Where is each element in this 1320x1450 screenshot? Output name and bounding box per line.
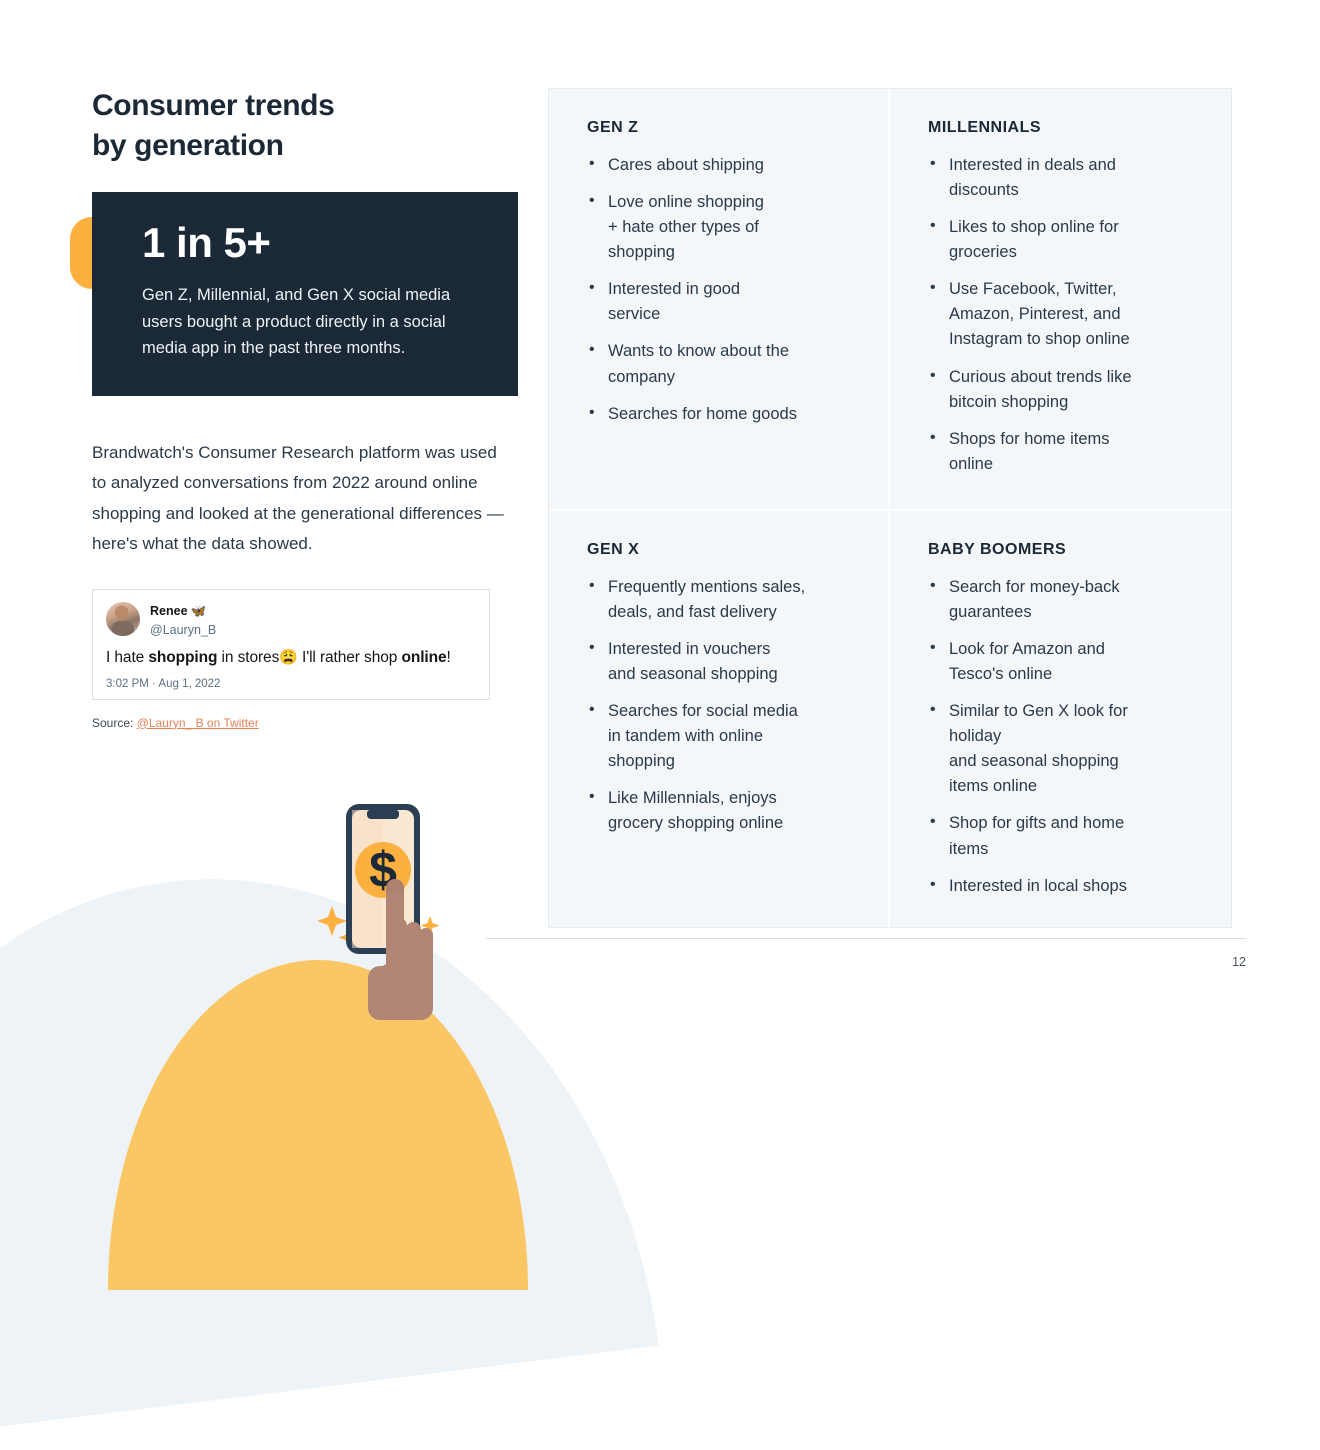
butterfly-icon: 🦋 — [190, 604, 207, 619]
quadrant-list-millennials: Interested in deals and discounts Likes … — [928, 152, 1201, 477]
list-item: Curious about trends like bitcoin shoppi… — [928, 364, 1201, 415]
tweet-text-seg1: I hate — [106, 648, 149, 666]
quadrant-title-gen-x: GEN X — [587, 540, 640, 558]
phone-payment-illustration: $ — [317, 800, 448, 1020]
list-item: Searches for social media in tandem with… — [587, 698, 858, 774]
source-label: Source: — [92, 715, 137, 730]
list-item: Interested in local shops — [928, 873, 1201, 899]
list-item: Frequently mentions sales, deals, and fa… — [587, 574, 858, 625]
tweet-keyword-online: online — [401, 648, 447, 666]
list-item: Interested in good service — [587, 276, 858, 327]
generation-quadrant-grid: GEN Z Cares about shipping Love online s… — [548, 88, 1232, 931]
tweet-display-name: Renee — [150, 604, 188, 619]
list-item: Shops for home items online — [928, 426, 1201, 477]
tweet-text: I hate shopping in stores😩 I'll rather s… — [106, 647, 476, 669]
quadrant-baby-boomers: BABY BOOMERS Search for money-back guara… — [890, 511, 1231, 931]
list-item: Interested in deals and discounts — [928, 152, 1201, 203]
footer-divider — [486, 938, 1246, 939]
circle-accent-icon — [70, 216, 114, 289]
weary-face-emoji: 😩 — [279, 648, 298, 666]
body-paragraph: Brandwatch's Consumer Research platform … — [92, 443, 504, 553]
page-number: 12 — [1232, 955, 1246, 969]
quadrant-gen-z: GEN Z Cares about shipping Love online s… — [549, 89, 890, 511]
list-item: Searches for home goods — [587, 401, 858, 427]
list-item: Interested in vouchers and seasonal shop… — [587, 636, 858, 687]
tweet-identity: Renee 🦋 @Lauryn_B — [150, 601, 216, 637]
quadrant-title-baby-boomers: BABY BOOMERS — [928, 540, 1067, 558]
stat-figure: 1 in 5+ — [142, 218, 271, 266]
tweet-text-seg3: I'll rather shop — [297, 648, 402, 666]
stat-description: Gen Z, Millennial, and Gen X social medi… — [142, 285, 451, 358]
quadrant-millennials: MILLENNIALS Interested in deals and disc… — [890, 89, 1231, 511]
list-item: Like Millennials, enjoys grocery shoppin… — [587, 785, 858, 836]
source-link[interactable]: @Lauryn_ B on Twitter — [137, 716, 259, 730]
quadrant-list-baby-boomers: Search for money-back guarantees Look fo… — [928, 574, 1201, 899]
avatar — [106, 602, 140, 637]
list-item: Search for money-back guarantees — [928, 574, 1201, 625]
list-item: Likes to shop online for groceries — [928, 214, 1201, 265]
list-item: Shop for gifts and home items — [928, 810, 1201, 861]
tweet-keyword-shopping: shopping — [148, 648, 218, 666]
list-item: Love online shopping + hate other types … — [587, 189, 858, 265]
list-item: Similar to Gen X look for holiday and se… — [928, 698, 1201, 799]
stat-callout: 1 in 5+ Gen Z, Millennial, and Gen X soc… — [70, 191, 522, 397]
stat-box: 1 in 5+ Gen Z, Millennial, and Gen X soc… — [92, 191, 518, 397]
list-item: Use Facebook, Twitter, Amazon, Pinterest… — [928, 276, 1201, 352]
tweet-text-seg2: in stores — [217, 648, 280, 666]
list-item: Cares about shipping — [587, 152, 858, 178]
quadrant-gen-x: GEN X Frequently mentions sales, deals, … — [549, 510, 890, 931]
left-column: Consumer trends by generation 1 in 5+ Ge… — [70, 86, 522, 730]
quadrant-list-gen-z: Cares about shipping Love online shoppin… — [587, 152, 858, 427]
source-line: Source: @Lauryn_ B on Twitter — [92, 716, 522, 730]
quadrant-title-gen-z: GEN Z — [587, 119, 639, 136]
list-item: Look for Amazon and Tesco's online — [928, 636, 1201, 687]
quadrant-title-millennials: MILLENNIALS — [928, 119, 1042, 136]
tweet-header: Renee 🦋 @Lauryn_B — [106, 601, 476, 637]
page-title: Consumer trends by generation — [92, 89, 335, 162]
tweet-handle[interactable]: @Lauryn_B — [150, 622, 216, 638]
list-item: Wants to know about the company — [587, 338, 858, 389]
tweet-text-seg4: ! — [446, 648, 451, 666]
tweet-card[interactable]: Renee 🦋 @Lauryn_B I hate shopping in stor… — [92, 589, 490, 700]
tweet-timestamp: 3:02 PM · Aug 1, 2022 — [106, 677, 221, 690]
quadrant-list-gen-x: Frequently mentions sales, deals, and fa… — [587, 574, 858, 837]
